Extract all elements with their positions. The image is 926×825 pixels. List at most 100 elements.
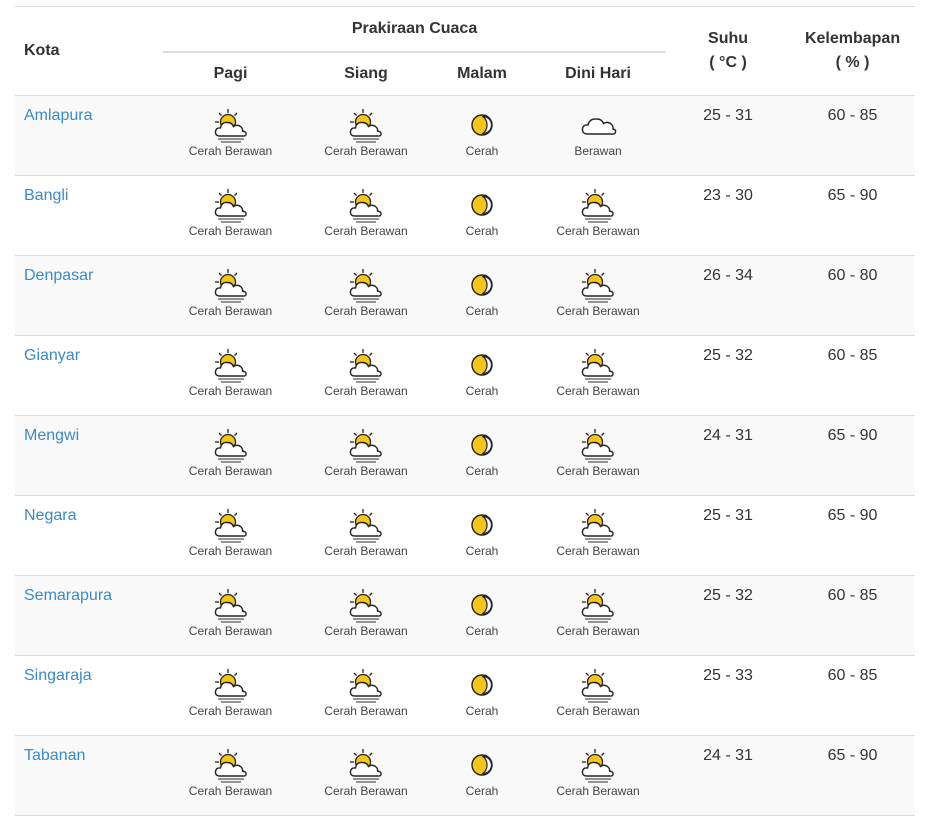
weather-label: Cerah Berawan <box>188 784 273 798</box>
weather-label: Cerah <box>465 544 499 558</box>
cell-siang: Cerah Berawan <box>298 576 434 656</box>
cell-siang: Cerah Berawan <box>298 416 434 496</box>
city-link-semarapura[interactable]: Semarapura <box>24 587 112 604</box>
weather-label: Cerah Berawan <box>324 624 408 638</box>
header-kelembapan-unit: ( % ) <box>835 54 870 71</box>
weather-label: Cerah <box>465 304 499 318</box>
moon-icon <box>471 194 493 216</box>
header-siang: Siang <box>298 50 434 96</box>
cell-kelembapan: 65 - 90 <box>827 507 878 524</box>
cell-suhu: 25 - 31 <box>703 507 753 524</box>
partly-cloudy-icon <box>214 109 247 143</box>
cell-suhu: 24 - 31 <box>703 747 753 764</box>
weather-label: Cerah <box>465 144 499 158</box>
cell-siang: Cerah Berawan <box>298 176 434 256</box>
partly-cloudy-icon <box>581 189 614 223</box>
moon-icon <box>471 354 493 376</box>
weather-label: Cerah Berawan <box>188 304 273 318</box>
city-link-singaraja[interactable]: Singaraja <box>24 667 92 684</box>
cell-siang: Cerah Berawan <box>298 736 434 816</box>
cell-city: Bangli <box>15 176 163 256</box>
city-link-negara[interactable]: Negara <box>24 507 76 524</box>
cell-city: Tabanan <box>15 736 163 816</box>
partly-cloudy-icon <box>349 109 382 143</box>
cell-siang: Cerah Berawan <box>298 96 434 176</box>
cell-suhu: 25 - 31 <box>703 107 753 124</box>
table-row-mengwi: Mengwi Cerah Berawan Cerah Berawan Cerah Cer… <box>15 415 916 496</box>
city-link-bangli[interactable]: Bangli <box>24 187 68 204</box>
cell-city: Singaraja <box>15 656 163 736</box>
cell-malam: Cerah <box>434 336 530 416</box>
cell-city: Mengwi <box>15 416 163 496</box>
partly-cloudy-icon <box>214 189 247 223</box>
cell-dini-hari: Cerah Berawan <box>530 176 666 256</box>
city-link-mengwi[interactable]: Mengwi <box>24 427 79 444</box>
city-link-tabanan[interactable]: Tabanan <box>24 747 85 764</box>
partly-cloudy-icon <box>214 669 247 703</box>
cell-pagi: Cerah Berawan <box>163 416 298 496</box>
header-dini-hari: Dini Hari <box>530 50 667 96</box>
weather-label: Cerah Berawan <box>556 624 640 638</box>
cell-pagi: Cerah Berawan <box>163 256 298 336</box>
partly-cloudy-icon <box>214 269 247 303</box>
partly-cloudy-icon <box>349 589 382 623</box>
weather-label: Cerah Berawan <box>556 544 640 558</box>
weather-label: Cerah Berawan <box>324 144 408 158</box>
weather-label: Cerah Berawan <box>188 464 273 478</box>
partly-cloudy-icon <box>349 749 382 783</box>
cell-suhu: 25 - 32 <box>703 347 753 364</box>
cell-siang: Cerah Berawan <box>298 496 434 576</box>
partly-cloudy-icon <box>214 429 247 463</box>
cell-suhu: 25 - 33 <box>703 667 753 684</box>
cell-suhu: 25 - 32 <box>703 587 753 604</box>
header-prakiraan-cuaca: Prakiraan Cuaca <box>351 19 478 37</box>
cell-kelembapan: 60 - 85 <box>827 667 878 684</box>
partly-cloudy-icon <box>349 509 382 543</box>
moon-icon <box>471 594 493 616</box>
table-row-tabanan: Tabanan Cerah Berawan Cerah Berawan Cerah Ce… <box>15 735 916 816</box>
table-row-semarapura: Semarapura Cerah Berawan Cerah Berawan Cera… <box>15 575 916 656</box>
partly-cloudy-icon <box>349 669 382 703</box>
cell-siang: Cerah Berawan <box>298 256 434 336</box>
weather-label: Cerah Berawan <box>324 784 408 798</box>
weather-label: Cerah Berawan <box>324 544 408 558</box>
weather-label: Cerah Berawan <box>188 144 273 158</box>
partly-cloudy-icon <box>581 509 614 543</box>
cell-suhu: 23 - 30 <box>703 187 753 204</box>
weather-label: Cerah Berawan <box>188 544 273 558</box>
weather-label: Cerah <box>465 624 499 638</box>
weather-label: Cerah Berawan <box>324 224 408 238</box>
cell-kelembapan: 65 - 90 <box>827 747 878 764</box>
weather-label: Cerah <box>465 784 499 798</box>
city-link-amlapura[interactable]: Amlapura <box>24 107 92 124</box>
cell-pagi: Cerah Berawan <box>163 576 298 656</box>
header-kota: Kota <box>24 42 60 59</box>
partly-cloudy-icon <box>581 589 614 623</box>
partly-cloudy-icon <box>581 269 614 303</box>
weather-label: Cerah <box>465 704 499 718</box>
partly-cloudy-icon <box>581 429 614 463</box>
cell-malam: Cerah <box>434 656 530 736</box>
cell-kelembapan: 60 - 85 <box>827 347 878 364</box>
cell-city: Semarapura <box>15 576 163 656</box>
cell-dini-hari: Berawan <box>530 96 666 176</box>
table-row-denpasar: Denpasar Cerah Berawan Cerah Berawan Cerah C… <box>15 255 916 336</box>
cell-dini-hari: Cerah Berawan <box>530 736 666 816</box>
cell-malam: Cerah <box>434 576 530 656</box>
table-row-negara: Negara Cerah Berawan Cerah Berawan Cerah Cer… <box>15 495 916 576</box>
weather-label: Cerah Berawan <box>324 384 408 398</box>
weather-label: Cerah <box>465 224 499 238</box>
cell-dini-hari: Cerah Berawan <box>530 656 666 736</box>
weather-label: Cerah Berawan <box>324 304 408 318</box>
cell-city: Gianyar <box>15 336 163 416</box>
city-link-gianyar[interactable]: Gianyar <box>24 347 80 364</box>
weather-forecast-table: Kota Prakiraan Cuaca Suhu ( °C ) Kelemba… <box>15 6 916 816</box>
moon-icon <box>471 514 493 536</box>
header-malam: Malam <box>434 50 530 96</box>
cell-dini-hari: Cerah Berawan <box>530 256 666 336</box>
header-suhu: Suhu ( °C ) <box>666 7 790 96</box>
header-pagi: Pagi <box>163 50 298 96</box>
moon-icon <box>471 114 493 136</box>
weather-label: Cerah Berawan <box>188 624 273 638</box>
city-link-denpasar[interactable]: Denpasar <box>24 267 93 284</box>
